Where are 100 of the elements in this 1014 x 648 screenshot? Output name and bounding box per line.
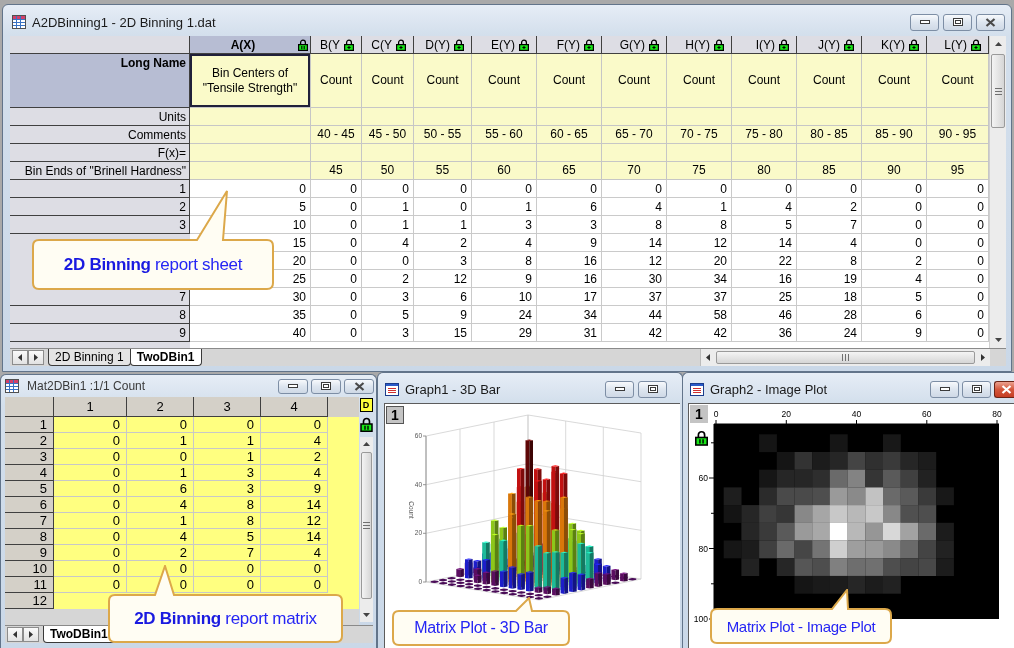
column-header[interactable]: 2 <box>127 397 194 417</box>
minimize-button[interactable] <box>910 13 939 31</box>
row-header[interactable]: 8 <box>10 306 190 324</box>
row-header[interactable]: 6 <box>5 497 54 513</box>
row-header[interactable]: 11 <box>5 577 54 593</box>
row-header[interactable]: 12 <box>5 593 54 609</box>
row-header[interactable]: Comments <box>10 126 190 144</box>
row-header[interactable]: 5 <box>5 481 54 497</box>
column-header[interactable]: I(Y) <box>732 36 797 54</box>
vertical-scrollbar[interactable] <box>989 36 1006 348</box>
row-header[interactable]: 1 <box>5 417 54 433</box>
restore-button[interactable] <box>311 378 341 394</box>
row-header[interactable]: 1 <box>10 180 190 198</box>
padlock-icon <box>714 38 724 51</box>
callout-text: 2D Binning report matrix <box>134 608 317 629</box>
layer-button[interactable]: 1 <box>690 405 708 423</box>
table-cell: 0 <box>732 180 797 198</box>
restore-button[interactable] <box>962 380 991 398</box>
row-header[interactable]: 7 <box>5 513 54 529</box>
window-title: Graph1 - 3D Bar <box>405 381 501 397</box>
table-cell: 3 <box>414 252 472 270</box>
row-header[interactable]: 9 <box>5 545 54 561</box>
sheet-tab[interactable]: 2D Binning 1 <box>48 349 131 366</box>
table-cell: 2 <box>362 270 414 288</box>
header-corner <box>5 397 54 417</box>
row-header[interactable]: Units <box>10 108 190 126</box>
table-cell: 4 <box>472 234 537 252</box>
row-header[interactable]: F(x)= <box>10 144 190 162</box>
axis-tick-label: 0 <box>713 409 719 419</box>
close-button[interactable] <box>976 13 1005 31</box>
table-cell: 65 <box>537 162 602 180</box>
column-header[interactable]: B(Y <box>311 36 362 54</box>
close-icon <box>353 381 365 391</box>
table-cell: 10 <box>472 288 537 306</box>
minimize-button[interactable] <box>278 378 308 394</box>
tab-scroll-right-button[interactable] <box>28 350 44 365</box>
column-header[interactable]: K(Y) <box>862 36 927 54</box>
table-cell: 0 <box>194 417 261 433</box>
table-cell: 17 <box>537 288 602 306</box>
column-header[interactable]: A(X) <box>190 36 311 54</box>
column-header[interactable]: C(Y <box>362 36 414 54</box>
row-header[interactable]: 3 <box>5 449 54 465</box>
column-header[interactable]: 4 <box>261 397 328 417</box>
minimize-button[interactable] <box>605 380 634 398</box>
row-header[interactable]: Long Name <box>10 54 190 108</box>
column-header[interactable]: L(Y) <box>927 36 989 54</box>
table-cell: 1 <box>667 198 732 216</box>
vertical-scrollbar[interactable] <box>359 437 373 622</box>
table-cell: Count <box>311 54 362 108</box>
up-triangle-icon <box>994 42 1002 46</box>
table-cell: 14 <box>261 497 328 513</box>
table-cell <box>732 144 797 162</box>
row-header[interactable]: 3 <box>10 216 190 234</box>
scrollbar-thumb[interactable] <box>716 351 975 364</box>
table-cell: 0 <box>311 180 362 198</box>
table-cell: 80 - 85 <box>797 126 862 144</box>
row-header[interactable]: 7 <box>10 288 190 306</box>
column-header[interactable]: H(Y) <box>667 36 732 54</box>
minimize-icon <box>919 20 930 24</box>
left-triangle-icon <box>706 354 710 361</box>
row-header[interactable]: 10 <box>5 561 54 577</box>
minimize-button[interactable] <box>930 380 959 398</box>
row-header[interactable]: 4 <box>5 465 54 481</box>
table-cell: 25 <box>732 288 797 306</box>
column-header[interactable]: D(Y) <box>414 36 472 54</box>
d-button[interactable]: D <box>359 398 373 412</box>
column-header[interactable]: G(Y) <box>602 36 667 54</box>
padlock-icon <box>695 430 708 446</box>
row-header[interactable]: 8 <box>5 529 54 545</box>
table-cell: 19 <box>797 270 862 288</box>
window-title: A2DBinning1 - 2D Binning 1.dat <box>32 14 216 30</box>
table-cell: 12 <box>667 234 732 252</box>
spreadsheet-icon <box>5 379 19 393</box>
row-header[interactable]: Bin Ends of "Brinell Hardness" <box>10 162 190 180</box>
layer-button[interactable]: 1 <box>386 406 404 424</box>
close-button[interactable] <box>994 380 1014 398</box>
column-header[interactable]: 3 <box>194 397 261 417</box>
restore-button[interactable] <box>638 380 667 398</box>
table-cell: 60 <box>472 162 537 180</box>
horizontal-scrollbar[interactable] <box>700 349 990 366</box>
row-header[interactable]: 9 <box>10 324 190 342</box>
tab-scroll-right-button[interactable] <box>23 627 39 642</box>
tab-scroll-left-button[interactable] <box>12 350 28 365</box>
column-header[interactable]: 1 <box>54 397 127 417</box>
table-cell: Count <box>732 54 797 108</box>
column-header[interactable]: E(Y) <box>472 36 537 54</box>
column-header[interactable]: F(Y) <box>537 36 602 54</box>
tab-scroll-left-button[interactable] <box>7 627 23 642</box>
scrollbar-thumb[interactable] <box>991 54 1005 128</box>
restore-button[interactable] <box>943 13 972 31</box>
column-header[interactable]: J(Y) <box>797 36 862 54</box>
row-header[interactable]: 2 <box>10 198 190 216</box>
sheet-tab[interactable]: TwoDBin1 <box>129 349 202 366</box>
table-cell: 2 <box>797 198 862 216</box>
table-cell: 40 - 45 <box>311 126 362 144</box>
scrollbar-thumb[interactable] <box>360 452 372 599</box>
row-header[interactable]: 2 <box>5 433 54 449</box>
close-button[interactable] <box>344 378 374 394</box>
table-cell <box>311 108 362 126</box>
table-cell: 75 - 80 <box>732 126 797 144</box>
